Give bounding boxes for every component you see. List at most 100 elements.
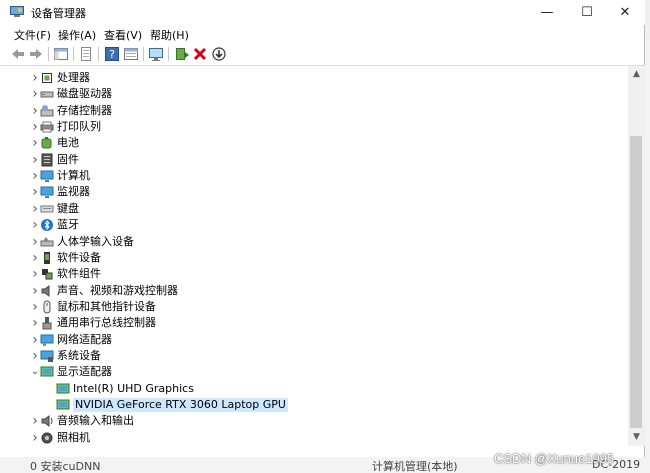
chevron-right-icon[interactable]: › bbox=[30, 71, 40, 85]
menu-help[interactable]: 帮助(H) bbox=[150, 27, 189, 43]
toolbar: ? bbox=[0, 43, 645, 66]
chevron-right-icon[interactable]: › bbox=[30, 120, 40, 134]
scroll-down-arrow-icon[interactable]: ▼ bbox=[628, 429, 645, 446]
battery-icon bbox=[41, 137, 52, 149]
device-category[interactable]: › 声音、视频和游戏控制器 bbox=[8, 283, 608, 299]
computer-icon bbox=[40, 170, 54, 183]
device-item[interactable]: NVIDIA GeForce RTX 3060 Laptop GPU bbox=[8, 397, 608, 413]
software-component-icon bbox=[42, 269, 53, 280]
device-category[interactable]: › 监视器 bbox=[8, 184, 608, 200]
chevron-right-icon[interactable]: › bbox=[30, 267, 40, 281]
menu-view[interactable]: 查看(V) bbox=[104, 27, 142, 43]
device-label: 固件 bbox=[57, 152, 79, 166]
properties-pane-icon[interactable] bbox=[53, 46, 69, 62]
device-category[interactable]: › 蓝牙 bbox=[8, 217, 608, 233]
help-icon[interactable]: ? bbox=[104, 46, 120, 62]
menu-action[interactable]: 操作(A) bbox=[58, 27, 96, 43]
device-category[interactable]: › 人体学输入设备 bbox=[8, 234, 608, 250]
uninstall-device-icon[interactable] bbox=[192, 46, 208, 62]
svg-text:?: ? bbox=[109, 48, 115, 61]
device-category[interactable]: › 音频输入和输出 bbox=[8, 413, 608, 429]
chevron-right-icon[interactable]: › bbox=[30, 169, 40, 183]
scroll-up-arrow-icon[interactable]: ▲ bbox=[628, 66, 645, 83]
device-category[interactable]: › 处理器 bbox=[8, 70, 608, 86]
minimize-button[interactable]: — bbox=[528, 0, 566, 25]
usb-icon bbox=[42, 317, 52, 330]
chevron-right-icon[interactable]: › bbox=[30, 251, 40, 265]
title-bar[interactable]: 设备管理器 — ☐ ✕ bbox=[0, 0, 645, 25]
device-category[interactable]: › 固件 bbox=[8, 152, 608, 168]
bluetooth-icon bbox=[41, 219, 53, 232]
camera-icon bbox=[41, 432, 53, 444]
device-category[interactable]: › 存储控制器 bbox=[8, 103, 608, 119]
device-category[interactable]: › 照相机 bbox=[8, 430, 608, 446]
chevron-right-icon[interactable]: › bbox=[30, 316, 40, 330]
chevron-right-icon[interactable]: › bbox=[30, 235, 40, 249]
device-label: 软件设备 bbox=[57, 250, 101, 264]
chevron-right-icon[interactable]: › bbox=[30, 333, 40, 347]
menu-file[interactable]: 文件(F) bbox=[14, 27, 51, 43]
device-label: 软件组件 bbox=[57, 267, 101, 281]
chevron-right-icon[interactable]: › bbox=[30, 284, 40, 298]
view-pane-icon[interactable] bbox=[123, 46, 139, 62]
device-category[interactable]: › 电池 bbox=[8, 135, 608, 151]
vertical-scrollbar[interactable]: ▲ ▼ bbox=[628, 66, 645, 446]
maximize-button[interactable]: ☐ bbox=[568, 0, 606, 25]
device-category[interactable]: › 通用串行总线控制器 bbox=[8, 315, 608, 331]
device-category[interactable]: › 磁盘驱动器 bbox=[8, 86, 608, 102]
chevron-right-icon[interactable]: › bbox=[30, 414, 40, 428]
audio-io-icon bbox=[41, 415, 53, 428]
device-label: 存储控制器 bbox=[57, 103, 112, 117]
close-button[interactable]: ✕ bbox=[606, 0, 644, 25]
device-item[interactable]: Intel(R) UHD Graphics bbox=[8, 381, 608, 397]
device-category[interactable]: › 计算机 bbox=[8, 168, 608, 184]
device-category[interactable]: › 打印队列 bbox=[8, 119, 608, 135]
device-label: 照相机 bbox=[57, 430, 90, 444]
device-label: 网络适配器 bbox=[57, 332, 112, 346]
update-driver-icon[interactable] bbox=[174, 46, 190, 62]
back-arrow-icon[interactable] bbox=[10, 46, 26, 62]
storage-icon bbox=[40, 104, 54, 117]
window-title: 设备管理器 bbox=[31, 7, 86, 20]
toolbar-separator bbox=[168, 47, 169, 61]
device-category[interactable]: ⌄ 显示适配器 bbox=[8, 364, 608, 380]
chevron-right-icon[interactable]: › bbox=[30, 300, 40, 314]
device-label: 打印队列 bbox=[57, 120, 101, 134]
device-category[interactable]: › 软件组件 bbox=[8, 266, 608, 282]
disable-device-icon[interactable] bbox=[211, 46, 227, 62]
system-device-icon bbox=[40, 350, 54, 362]
device-label: 通用串行总线控制器 bbox=[57, 316, 156, 330]
device-manager-window: 设备管理器 — ☐ ✕ 文件(F) 操作(A) 查看(V) 帮助(H) ? › … bbox=[0, 0, 645, 457]
chevron-right-icon[interactable]: › bbox=[30, 153, 40, 167]
device-label: 蓝牙 bbox=[57, 218, 79, 232]
device-category[interactable]: › 网络适配器 bbox=[8, 332, 608, 348]
chevron-down-icon[interactable]: ⌄ bbox=[30, 366, 40, 378]
chevron-right-icon[interactable]: › bbox=[30, 202, 40, 216]
device-category[interactable]: › 键盘 bbox=[8, 201, 608, 217]
display-adapter-icon bbox=[56, 399, 70, 410]
scan-hardware-icon[interactable] bbox=[148, 46, 164, 62]
disk-icon bbox=[40, 91, 54, 98]
mouse-icon bbox=[43, 300, 51, 314]
device-manager-app-icon bbox=[10, 6, 24, 17]
device-label: 音频输入和输出 bbox=[57, 414, 134, 428]
chevron-right-icon[interactable]: › bbox=[30, 185, 40, 199]
chevron-right-icon[interactable]: › bbox=[30, 349, 40, 363]
chevron-right-icon[interactable]: › bbox=[30, 104, 40, 118]
chevron-right-icon[interactable]: › bbox=[30, 431, 40, 445]
device-category[interactable]: › 鼠标和其他指针设备 bbox=[8, 299, 608, 315]
device-tree[interactable]: › 处理器 › 磁盘驱动器 › 存储控制器 › 打印队列 › 电池 › 固件 › 计算机 › 监视器 › 键盘 › 蓝… bbox=[8, 66, 628, 456]
device-label: NVIDIA GeForce RTX 3060 Laptop GPU bbox=[73, 398, 288, 412]
chevron-right-icon[interactable]: › bbox=[30, 218, 40, 232]
device-label: 电池 bbox=[57, 136, 79, 150]
device-label: 人体学输入设备 bbox=[57, 234, 134, 248]
software-device-icon bbox=[44, 251, 50, 264]
chevron-right-icon[interactable]: › bbox=[30, 87, 40, 101]
device-label: 处理器 bbox=[57, 71, 90, 84]
chevron-right-icon[interactable]: › bbox=[30, 136, 40, 150]
device-category[interactable]: › 软件设备 bbox=[8, 250, 608, 266]
device-category[interactable]: › 系统设备 bbox=[8, 348, 608, 364]
scrollbar-thumb[interactable] bbox=[630, 136, 642, 428]
scan-document-icon[interactable] bbox=[78, 46, 94, 62]
forward-arrow-icon[interactable] bbox=[28, 46, 44, 62]
